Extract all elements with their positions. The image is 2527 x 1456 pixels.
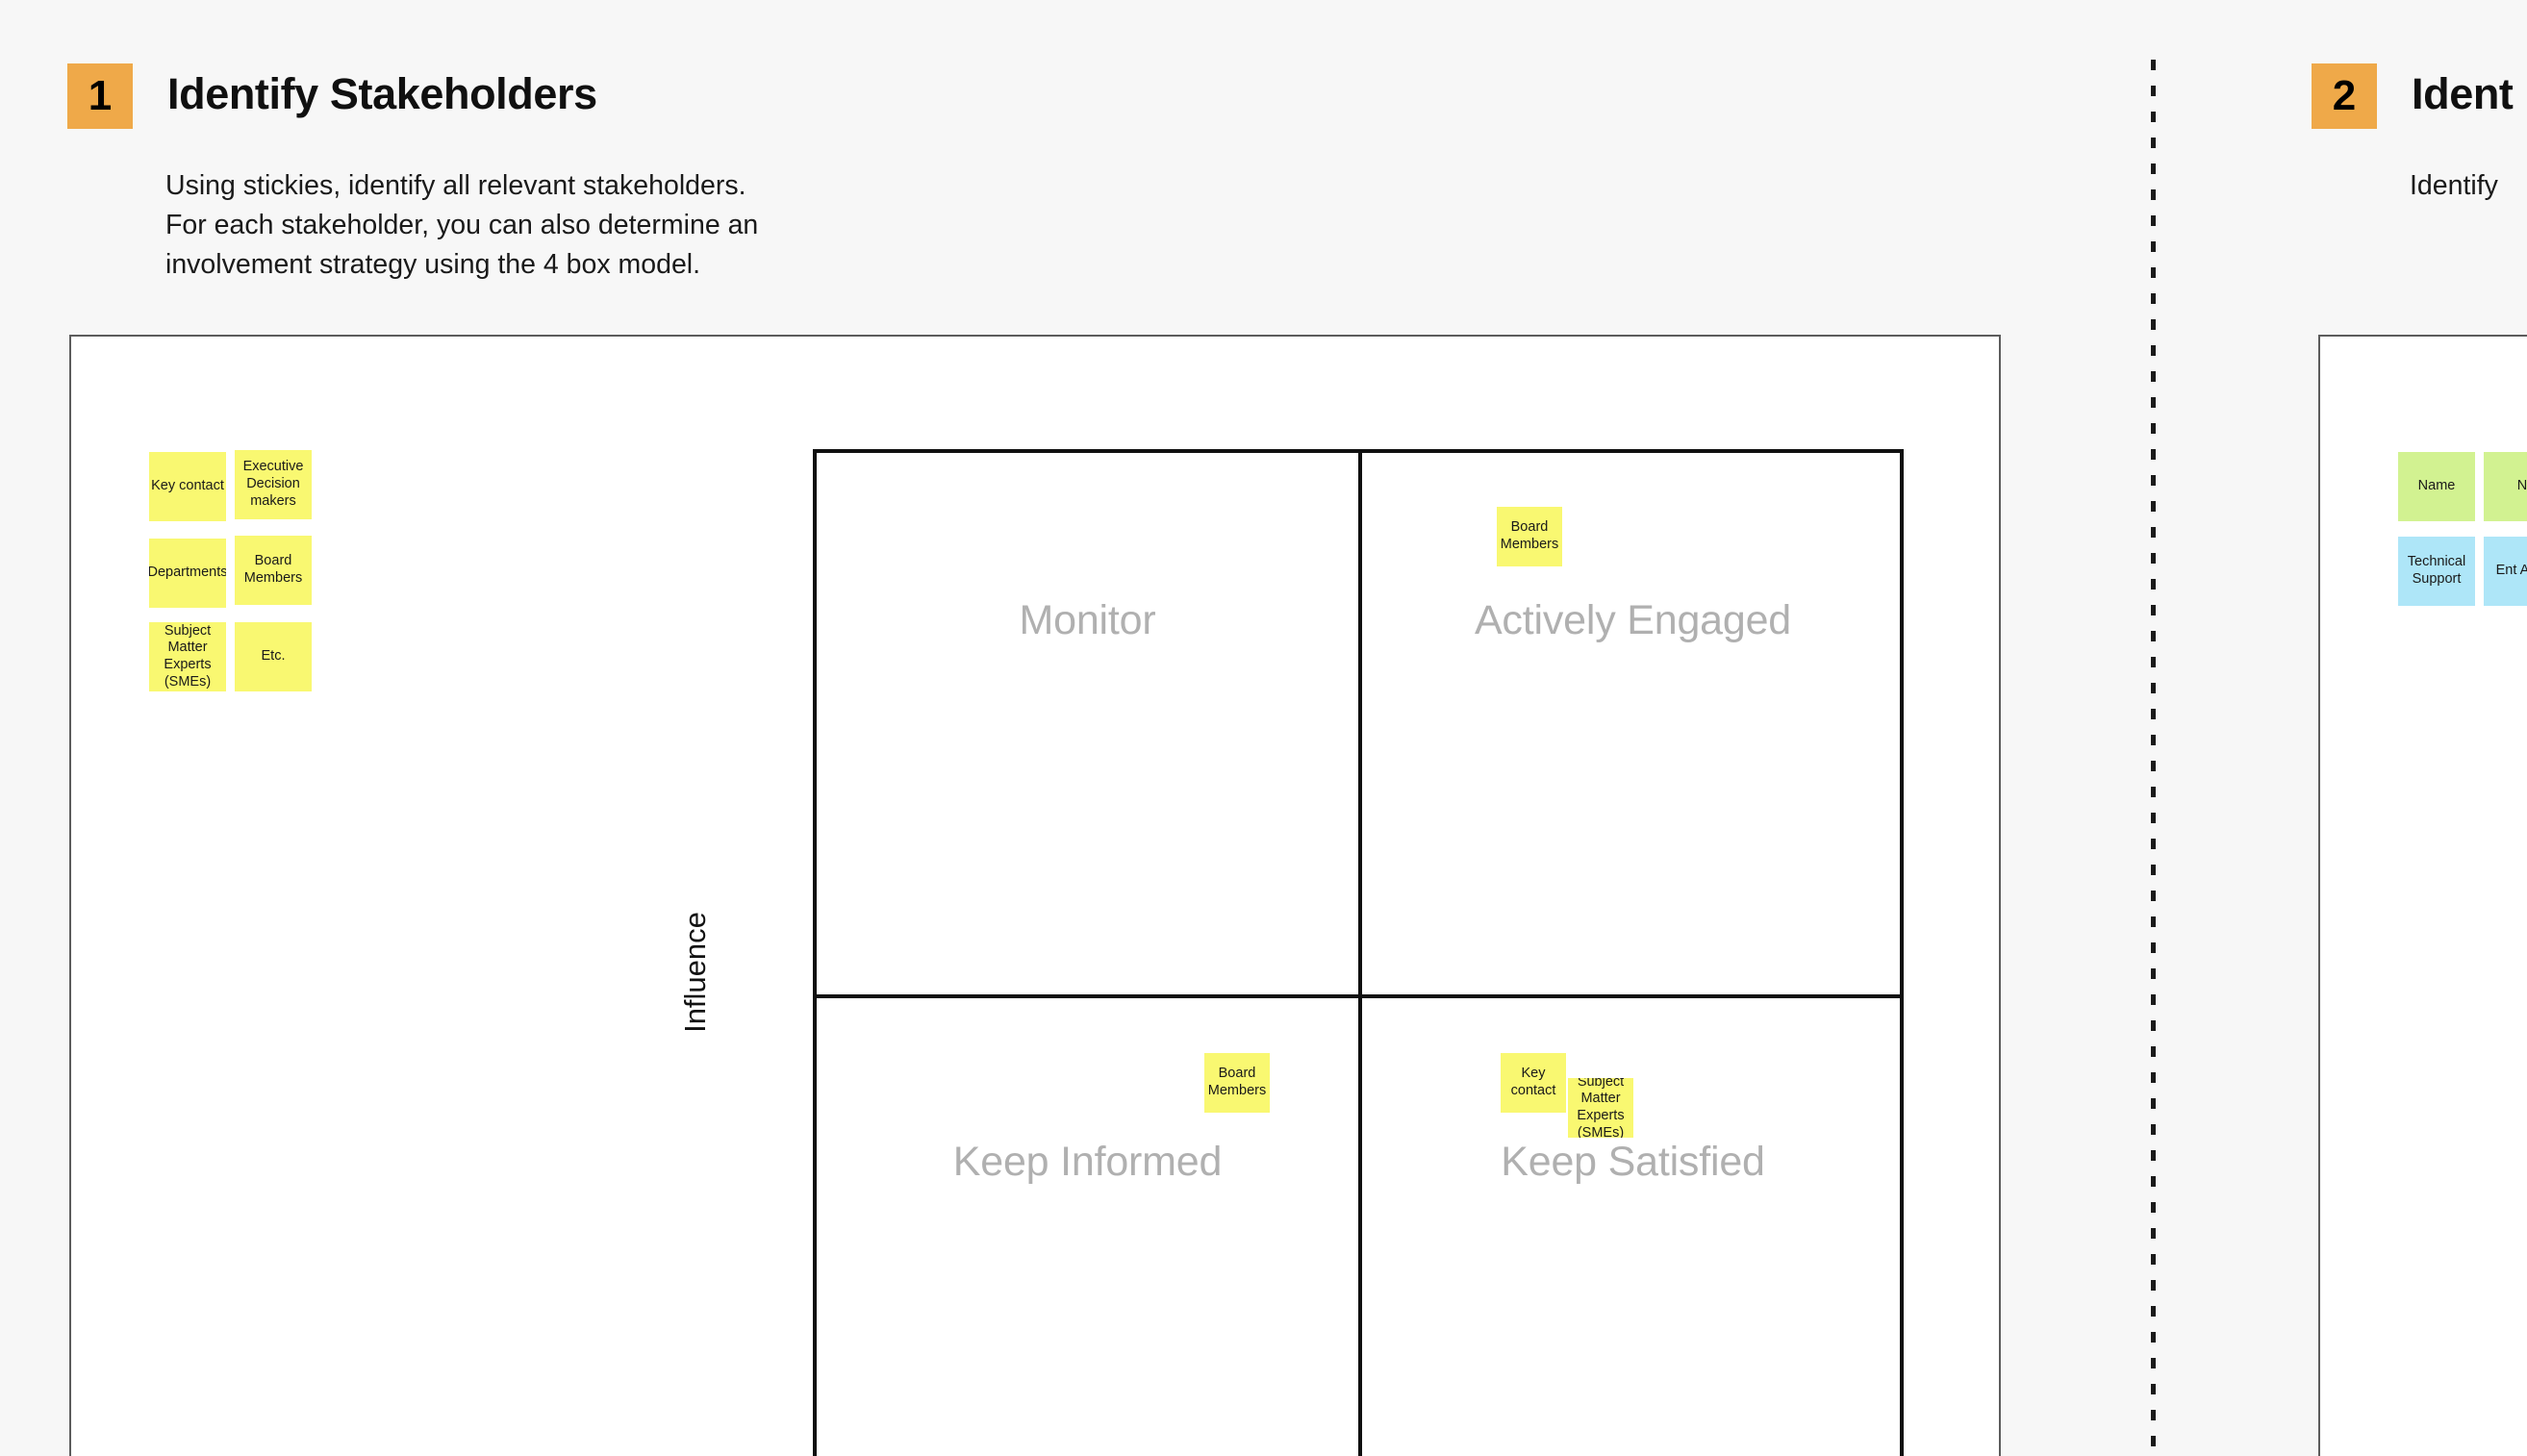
four-box-matrix: Monitor Actively Engaged Keep Informed K… bbox=[813, 449, 1904, 1456]
sticky-subject-matter-experts[interactable]: Subject Matter Experts (SMEs) bbox=[149, 622, 226, 691]
section-2-description: Identify bbox=[2410, 170, 2498, 201]
whiteboard-canvas: 1 Identify Stakeholders Using stickies, … bbox=[0, 0, 2527, 1456]
sticky-name-2[interactable]: N bbox=[2484, 452, 2527, 521]
sticky-board-members[interactable]: Board Members bbox=[235, 536, 312, 605]
section-2-card: Name N N Technical Support Ent Arch Ent bbox=[2318, 335, 2527, 1456]
matrix-horizontal-divider bbox=[817, 994, 1900, 998]
placed-sticky-board-members-actively-engaged[interactable]: Board Members bbox=[1497, 507, 1562, 566]
section-1-title: Identify Stakeholders bbox=[167, 69, 597, 118]
placed-sticky-board-members-keep-informed[interactable]: Board Members bbox=[1204, 1053, 1270, 1113]
section-identify-2: 2 Ident Identify Name N N Technical Supp… bbox=[2153, 0, 2527, 1456]
section-1-header: 1 Identify Stakeholders bbox=[67, 63, 597, 129]
sticky-technical-support[interactable]: Technical Support bbox=[2398, 537, 2475, 606]
sticky-departments[interactable]: Departments bbox=[149, 539, 226, 608]
matrix-y-axis-label: Influence bbox=[678, 912, 712, 1033]
quadrant-label-keep-satisfied: Keep Satisfied bbox=[1501, 1139, 1765, 1185]
section-1-description: Using stickies, identify all relevant st… bbox=[165, 170, 759, 280]
sticky-executive-decision-makers[interactable]: Executive Decision makers bbox=[235, 450, 312, 519]
section-1-card: Key contact Executive Decision makers De… bbox=[69, 335, 2001, 1456]
step-number-badge-1: 1 bbox=[67, 63, 133, 129]
quadrant-label-keep-informed: Keep Informed bbox=[952, 1139, 1223, 1185]
quadrant-label-actively-engaged: Actively Engaged bbox=[1474, 597, 1792, 643]
quadrant-label-monitor: Monitor bbox=[1019, 597, 1156, 643]
sticky-name-1[interactable]: Name bbox=[2398, 452, 2475, 521]
sticky-key-contact[interactable]: Key contact bbox=[149, 452, 226, 521]
section-identify-stakeholders: 1 Identify Stakeholders Using stickies, … bbox=[0, 0, 2153, 1456]
placed-sticky-smes-keep-satisfied[interactable]: Subject Matter Experts (SMEs) bbox=[1568, 1078, 1633, 1138]
section-2-header: 2 Ident bbox=[2312, 63, 2514, 129]
section-2-title: Ident bbox=[2412, 69, 2514, 118]
placed-sticky-key-contact-keep-satisfied[interactable]: Key contact bbox=[1501, 1053, 1566, 1113]
sticky-enterprise-architecture-1[interactable]: Ent Arch bbox=[2484, 537, 2527, 606]
step-number-badge-2: 2 bbox=[2312, 63, 2377, 129]
sticky-etc[interactable]: Etc. bbox=[235, 622, 312, 691]
